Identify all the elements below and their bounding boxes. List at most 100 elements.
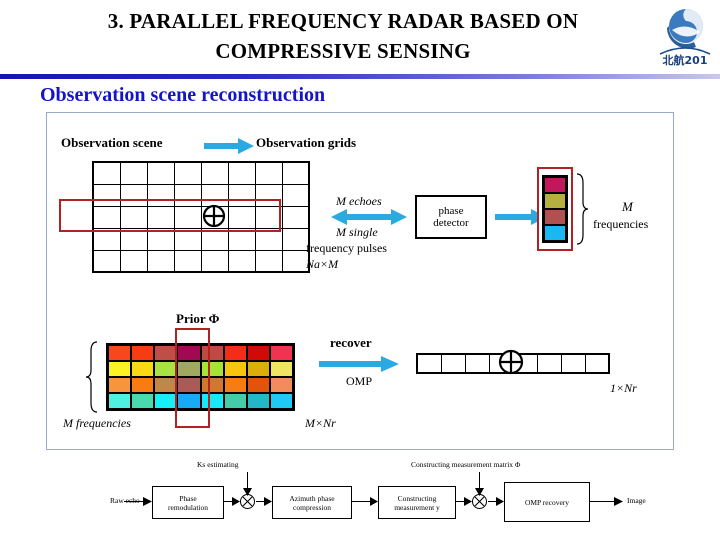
observation-grid-cell bbox=[200, 161, 229, 185]
box2-line1: Azimuth phase bbox=[289, 493, 335, 503]
diagram-panel: Observation scene Observation grids M ec… bbox=[46, 112, 674, 450]
box1-line2: remodulation bbox=[168, 502, 208, 512]
observation-grid-cell bbox=[92, 249, 121, 273]
frequency-cell bbox=[544, 209, 566, 225]
observation-grid-cell bbox=[227, 249, 256, 273]
flowchart-box-phase-remodulation: Phase remodulation bbox=[152, 486, 224, 519]
label-na-x-m: Na×M bbox=[306, 257, 339, 271]
box3-line1: Constructing bbox=[397, 493, 437, 503]
flowchart-arrowhead-icon bbox=[614, 497, 623, 506]
result-row-cell bbox=[464, 353, 490, 374]
label-recover: recover bbox=[330, 335, 372, 350]
annotation-ks-estimating: Ks estimating bbox=[197, 460, 239, 469]
flowchart-arrowhead-down-icon bbox=[243, 488, 252, 496]
result-row-cell bbox=[440, 353, 466, 374]
arrow-recover-icon bbox=[319, 356, 399, 372]
box2-line2: compression bbox=[293, 502, 331, 512]
section-heading: Observation scene reconstruction bbox=[40, 84, 326, 106]
label-observation-scene: Observation scene bbox=[61, 135, 163, 150]
phase-detector-line1: phase bbox=[438, 205, 464, 217]
observation-grid-cell bbox=[281, 249, 310, 273]
prior-matrix-cell bbox=[108, 377, 132, 393]
page-title-line2: COMPRESSIVE SENSING bbox=[215, 39, 471, 63]
matrix-brace-icon bbox=[85, 341, 98, 413]
phase-detector-box: phase detector bbox=[415, 195, 487, 239]
flowchart-arrowhead-icon bbox=[232, 497, 240, 506]
label-m-x-nr: M×Nr bbox=[305, 416, 336, 430]
observation-grid-cell bbox=[119, 161, 148, 185]
result-row-cell bbox=[416, 353, 442, 374]
arrow-bidirectional-echoes-icon bbox=[331, 209, 407, 225]
flowchart-box-omp-recovery: OMP recovery bbox=[504, 482, 590, 522]
observation-grid-cell bbox=[173, 249, 202, 273]
observation-grid-cell bbox=[173, 161, 202, 185]
result-row-cell bbox=[584, 353, 610, 374]
prior-matrix-cell bbox=[223, 361, 247, 377]
box3-line2: measurement y bbox=[394, 502, 440, 512]
label-frequency-pulses: frequency pulses bbox=[306, 241, 387, 255]
observation-grid-row bbox=[92, 161, 310, 185]
prior-matrix-cell bbox=[246, 393, 270, 409]
phase-detector-line2: detector bbox=[433, 217, 469, 229]
label-omp: OMP bbox=[346, 374, 373, 388]
box4-line1: OMP recovery bbox=[524, 497, 570, 507]
label-prior-phi: Prior Φ bbox=[176, 311, 220, 326]
page-title: 3. PARALLEL FREQUENCY RADAR BASED ON COM… bbox=[18, 6, 668, 66]
label-m-frequencies-bottom: frequencies bbox=[593, 217, 649, 231]
annotation-measurement-matrix: Constructing measurement matrix Φ bbox=[411, 460, 521, 469]
prior-matrix-cell bbox=[108, 361, 132, 377]
observation-grid-cell bbox=[146, 249, 175, 273]
target-marker-scene-icon bbox=[202, 204, 226, 228]
title-divider bbox=[0, 74, 720, 79]
observation-grid-cell bbox=[227, 161, 256, 185]
beihang-logo: 北航201 bbox=[656, 2, 714, 74]
flowchart-arrowhead-icon bbox=[143, 497, 152, 506]
observation-grid-cell bbox=[146, 161, 175, 185]
frequency-cell bbox=[544, 177, 566, 193]
observation-grid-cell bbox=[281, 205, 310, 229]
prior-matrix-cell bbox=[154, 377, 178, 393]
prior-matrix-cell bbox=[269, 361, 293, 377]
box1-line1: Phase bbox=[179, 493, 197, 503]
slide-header: 3. PARALLEL FREQUENCY RADAR BASED ON COM… bbox=[0, 0, 720, 79]
flowchart-arrowhead-down-icon bbox=[475, 488, 484, 496]
label-m-single-text: M single bbox=[336, 225, 378, 239]
flowchart-arrowhead-icon bbox=[496, 497, 504, 506]
scene-highlight-strip bbox=[59, 199, 281, 232]
flowchart-arrowhead-icon bbox=[370, 497, 378, 506]
prior-matrix-cell bbox=[223, 393, 247, 409]
flowchart-box-azimuth-phase-compression: Azimuth phase compression bbox=[272, 486, 352, 519]
flowchart-arrowhead-icon bbox=[264, 497, 272, 506]
flowchart-arrowhead-icon bbox=[464, 497, 472, 506]
label-m-echoes: M echoes bbox=[336, 194, 382, 209]
frequency-column bbox=[542, 175, 568, 243]
prior-matrix-cell bbox=[269, 393, 293, 409]
prior-matrix-cell bbox=[131, 393, 155, 409]
result-row-cell bbox=[560, 353, 586, 374]
prior-matrix-cell bbox=[131, 377, 155, 393]
observation-grid-cell bbox=[281, 183, 310, 207]
frequency-brace-icon bbox=[576, 173, 589, 245]
observation-grid-cell bbox=[254, 249, 283, 273]
target-marker-result-icon bbox=[498, 349, 524, 375]
logo-swoosh-icon bbox=[667, 9, 703, 49]
label-m-single: M single bbox=[336, 225, 378, 240]
prior-matrix-column-highlight bbox=[175, 328, 210, 428]
prior-matrix-cell bbox=[108, 393, 132, 409]
prior-matrix-cell bbox=[246, 345, 270, 361]
multiply-icon bbox=[474, 496, 485, 507]
prior-matrix-cell bbox=[223, 345, 247, 361]
prior-matrix-cell bbox=[154, 393, 178, 409]
observation-grid-cell bbox=[119, 249, 148, 273]
arrow-scene-to-grids-icon bbox=[204, 138, 254, 154]
observation-grid-cell bbox=[281, 227, 310, 251]
result-row-cell bbox=[536, 353, 562, 374]
observation-grid-cell bbox=[254, 161, 283, 185]
prior-matrix-cell bbox=[223, 377, 247, 393]
flowchart-box-constructing-measurement: Constructing measurement y bbox=[378, 486, 456, 519]
prior-matrix-cell bbox=[131, 345, 155, 361]
prior-matrix-cell bbox=[269, 345, 293, 361]
prior-matrix-cell bbox=[131, 361, 155, 377]
observation-grid-row bbox=[92, 249, 310, 273]
label-m-frequencies-top: M bbox=[622, 199, 633, 214]
